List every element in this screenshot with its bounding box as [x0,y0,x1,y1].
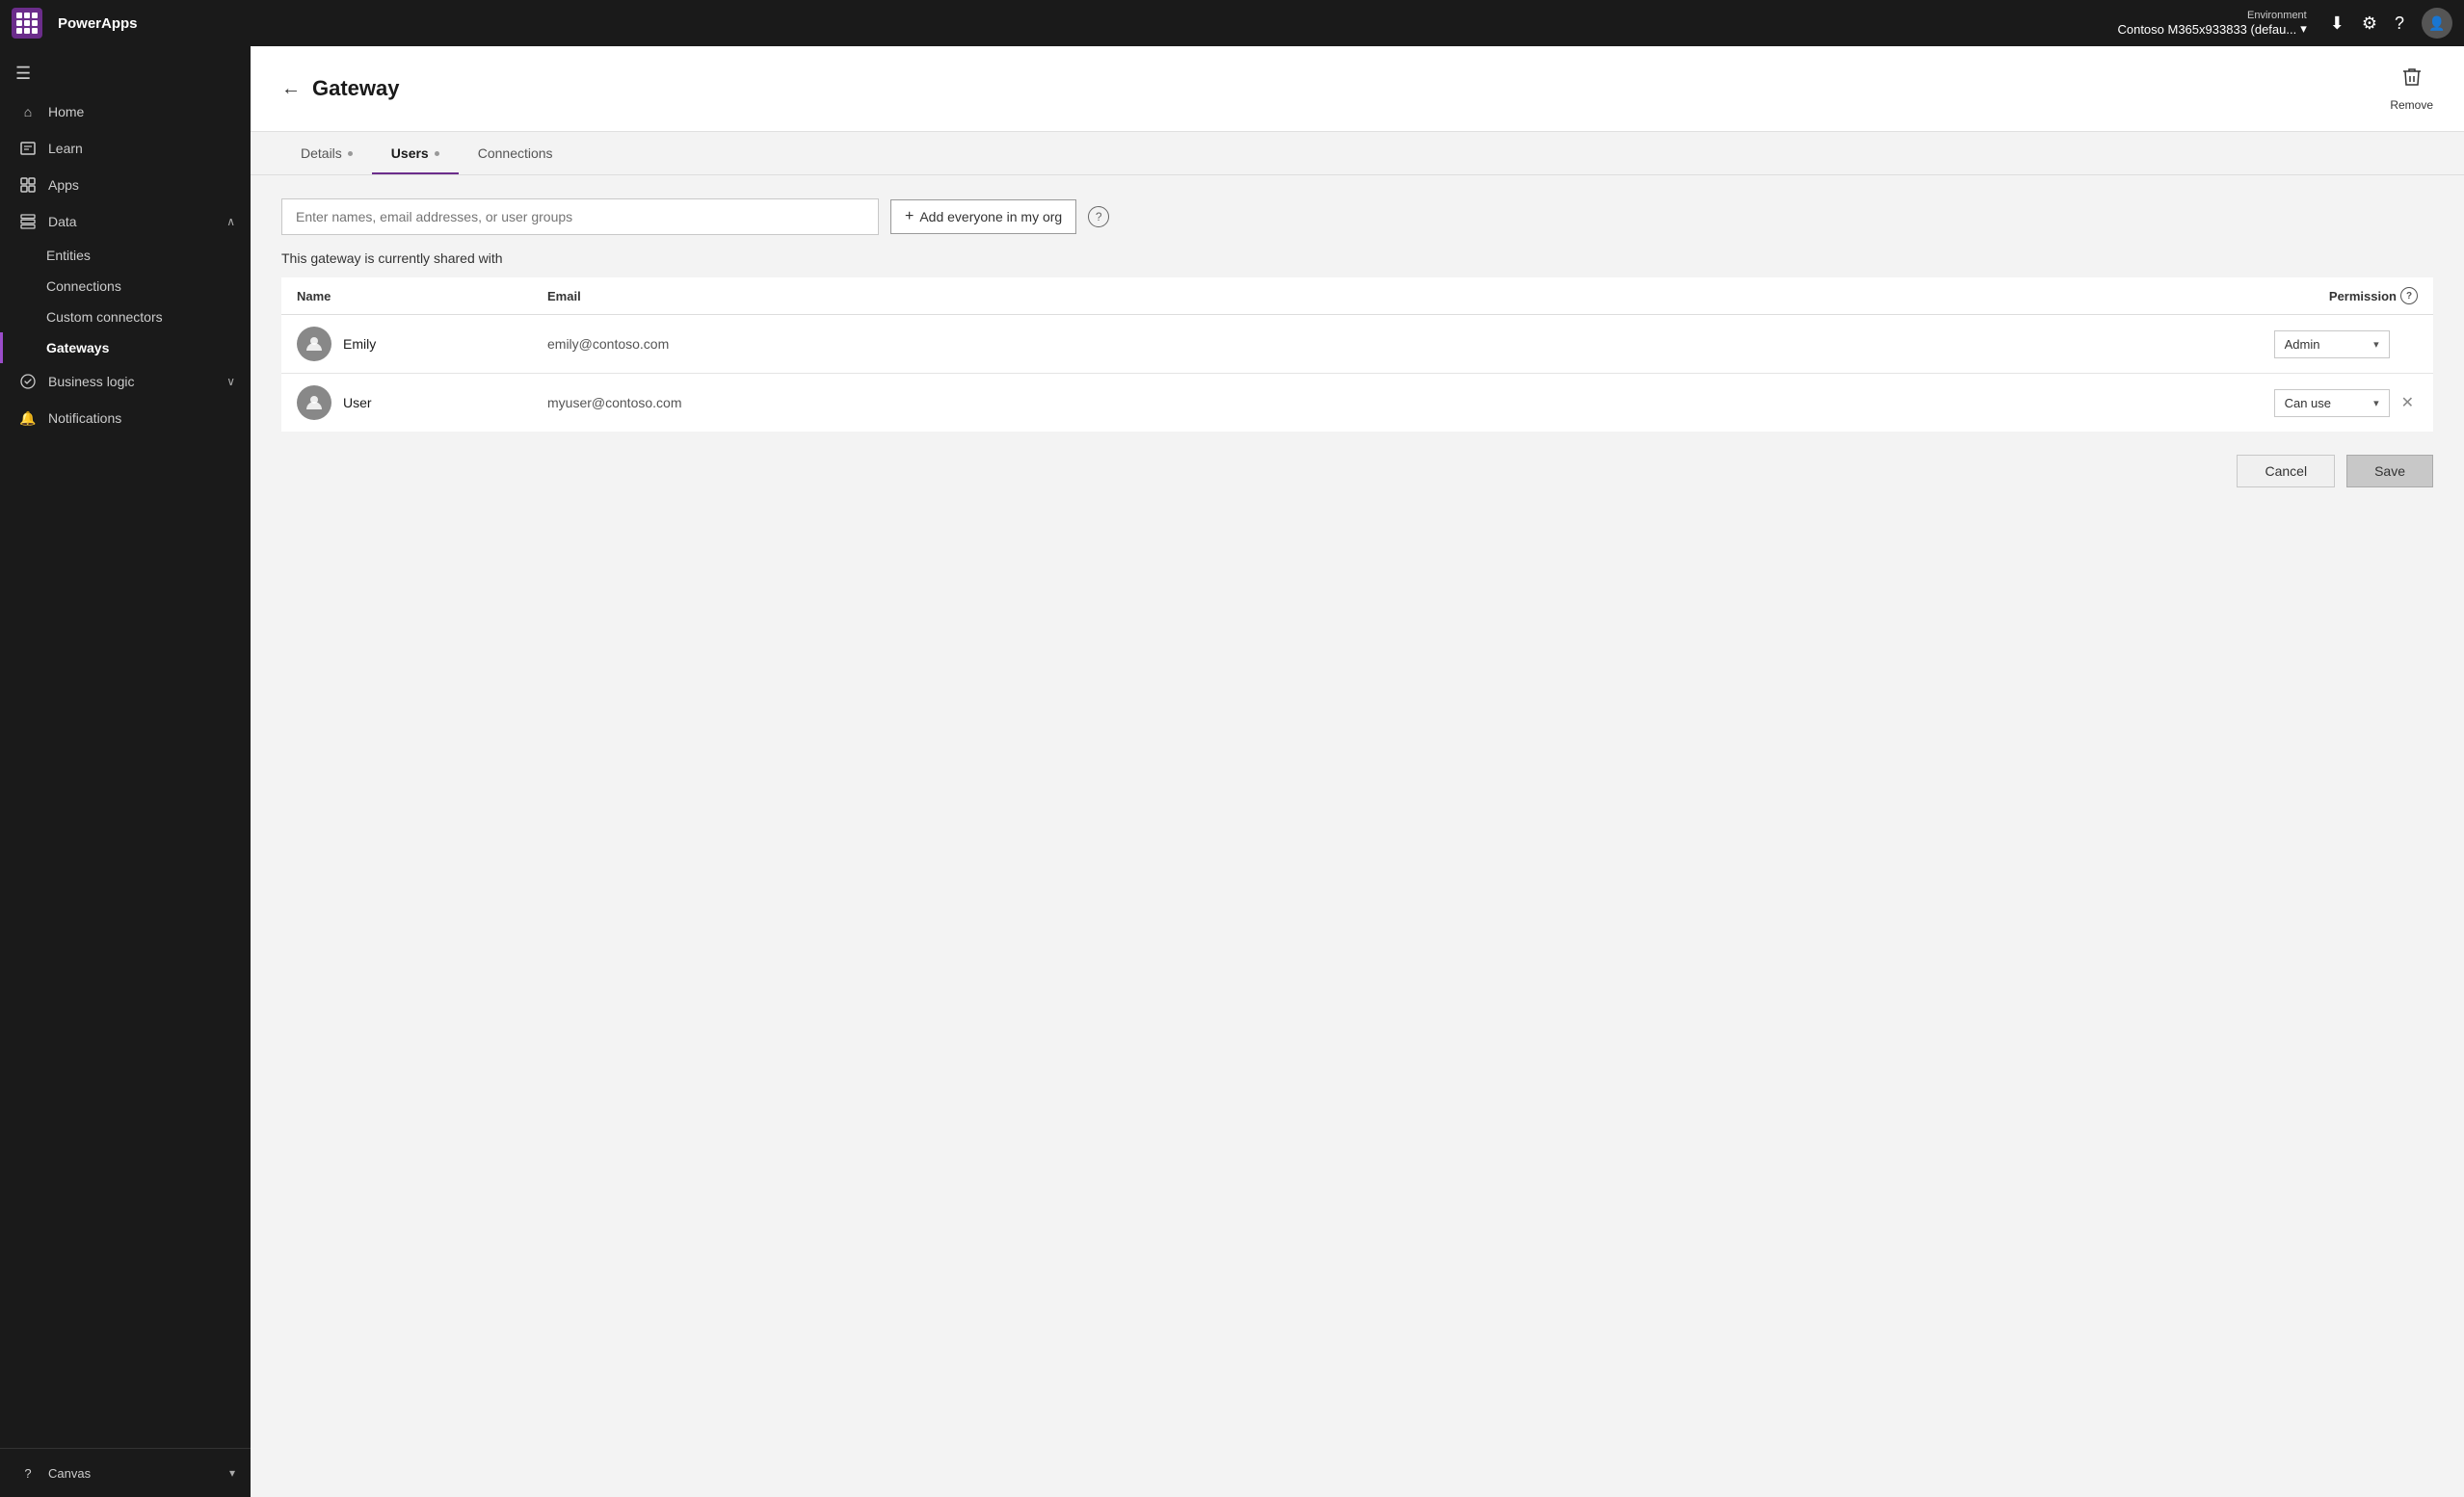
content-area: ← Gateway Remove Details Users [251,46,2464,1497]
home-icon: ⌂ [19,103,37,120]
sidebar-item-notifications[interactable]: 🔔 Notifications [0,400,251,436]
download-icon[interactable]: ⬇ [2330,13,2345,34]
user-permission-cell: Admin ▾ ✕ [1456,315,2433,374]
user-permission-cell: Can use ▾ ✕ [1456,374,2433,433]
remove-user-button[interactable]: ✕ [2398,391,2418,414]
env-name: Contoso M365x933833 (defau... ▾ [2117,21,2306,37]
user-email-cell: myuser@contoso.com [532,374,1456,433]
footer-actions: Cancel Save [281,455,2433,487]
user-name-cell: Emily [281,315,532,374]
data-icon [19,213,37,230]
sidebar-item-gateways[interactable]: Gateways [0,332,251,363]
avatar [297,327,331,361]
sidebar-item-learn[interactable]: Learn [0,130,251,167]
tab-dot-users [435,151,439,156]
main-layout: ☰ ⌂ Home Learn Apps [0,46,2464,1497]
col-header-name: Name [281,277,532,315]
add-everyone-help-icon[interactable]: ? [1088,206,1109,227]
sidebar-item-connections[interactable]: Connections [0,271,251,302]
business-logic-icon [19,373,37,390]
tab-users[interactable]: Users [372,132,459,174]
table-row: Emily emily@contoso.com Admin ▾ [281,315,2433,374]
add-everyone-button[interactable]: + Add everyone in my org [890,199,1076,234]
tab-bar: Details Users Connections [251,132,2464,175]
tab-dot-details [348,151,353,156]
data-chevron-icon: ∧ [226,215,235,228]
canvas-icon: ? [19,1464,37,1482]
remove-button[interactable]: Remove [2390,66,2433,112]
col-header-permission: Permission ? [1456,277,2433,315]
user-name-cell: User [281,374,532,433]
user-avatar[interactable]: 👤 [2422,8,2452,39]
learn-icon [19,140,37,157]
sidebar-footer-canvas[interactable]: ? Canvas ▾ [0,1457,251,1489]
cancel-button[interactable]: Cancel [2237,455,2335,487]
environment-selector[interactable]: Environment Contoso M365x933833 (defau..… [2117,10,2306,37]
users-table: Name Email Permission ? [281,277,2433,432]
sidebar-item-business-logic[interactable]: Business logic ∨ [0,363,251,400]
sidebar-item-custom-connectors[interactable]: Custom connectors [0,302,251,332]
plus-icon: + [905,208,914,225]
page-body: + Add everyone in my org ? This gateway … [251,175,2464,1497]
table-row: User myuser@contoso.com Can use ▾ [281,374,2433,433]
waffle-icon [16,13,38,34]
app-name: PowerApps [58,15,138,32]
permission-help-icon[interactable]: ? [2400,287,2418,304]
page-header: ← Gateway Remove [251,46,2464,132]
save-button[interactable]: Save [2346,455,2433,487]
waffle-button[interactable] [12,8,42,39]
user-email-cell: emily@contoso.com [532,315,1456,374]
tab-connections[interactable]: Connections [459,132,572,174]
tab-details[interactable]: Details [281,132,372,174]
col-header-email: Email [532,277,1456,315]
shared-with-label: This gateway is currently shared with [281,250,2433,266]
permission-dropdown-emily[interactable]: Admin ▾ [2274,330,2390,358]
avatar [297,385,331,420]
topbar-actions: ⬇ ⚙ ? 👤 [2330,8,2452,39]
settings-icon[interactable]: ⚙ [2362,13,2377,34]
business-logic-chevron-icon: ∨ [226,375,235,388]
sidebar-item-data[interactable]: Data ∧ [0,203,251,240]
permission-dropdown-user[interactable]: Can use ▾ [2274,389,2390,417]
help-icon[interactable]: ? [2395,13,2404,34]
page-title: Gateway [312,76,400,101]
notifications-icon: 🔔 [19,409,37,427]
permission-chevron-icon: ▾ [2373,338,2379,351]
env-label: Environment [2247,10,2307,21]
back-button[interactable]: ← [281,78,301,100]
permission-chevron-icon: ▾ [2373,397,2379,409]
search-input[interactable] [281,198,879,235]
apps-icon [19,176,37,194]
sidebar-item-entities[interactable]: Entities [0,240,251,271]
sidebar-item-home[interactable]: ⌂ Home [0,93,251,130]
hamburger-button[interactable]: ☰ [0,54,251,93]
search-row: + Add everyone in my org ? [281,198,2433,235]
sidebar-item-apps[interactable]: Apps [0,167,251,203]
sidebar: ☰ ⌂ Home Learn Apps [0,46,251,1497]
topbar: PowerApps Environment Contoso M365x93383… [0,0,2464,46]
canvas-chevron-icon: ▾ [229,1466,235,1480]
trash-icon [2400,66,2424,94]
sidebar-footer: ? Canvas ▾ [0,1448,251,1497]
